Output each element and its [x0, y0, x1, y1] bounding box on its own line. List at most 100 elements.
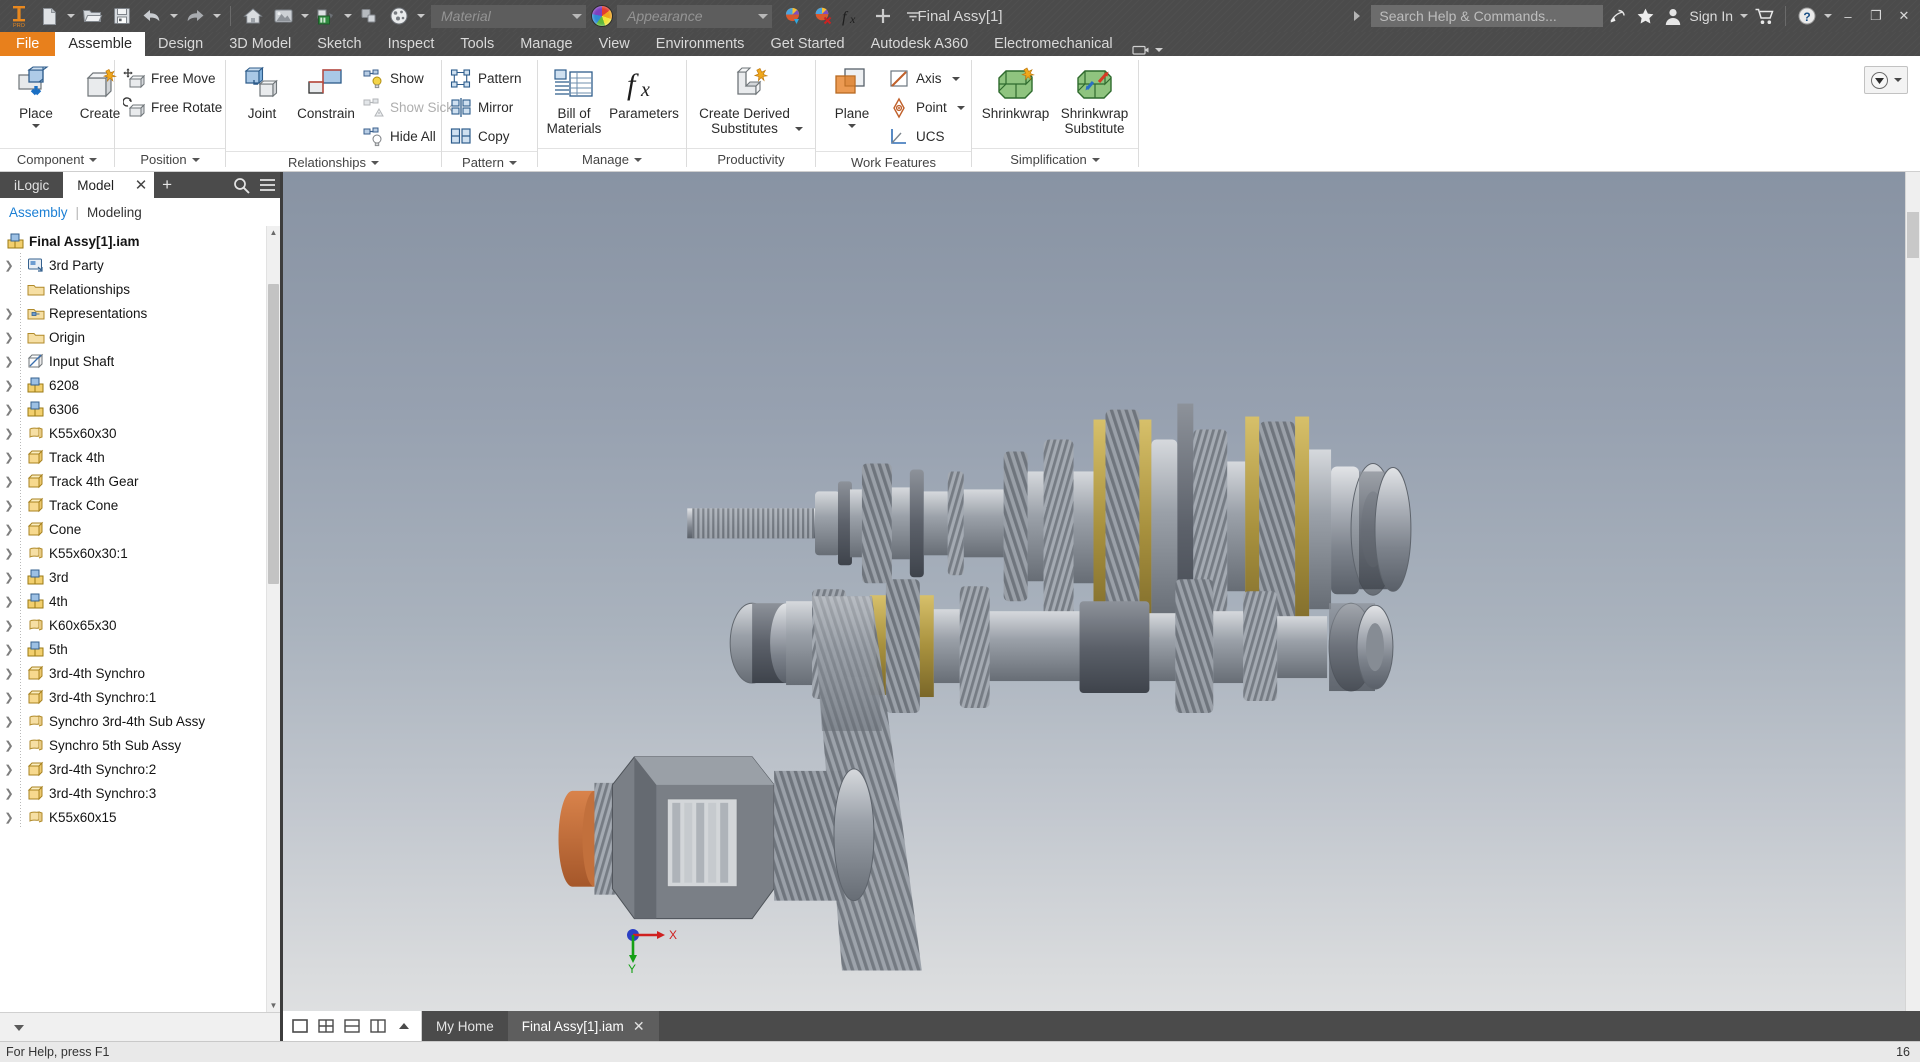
material-sphere-icon[interactable] [384, 1, 414, 31]
expand-chevron-right-icon[interactable]: ❯ [2, 667, 16, 680]
redo-dropdown-icon[interactable] [210, 1, 223, 31]
browser-tab-ilogic[interactable]: iLogic [0, 172, 63, 198]
document-tab-my-home[interactable]: My Home [422, 1011, 508, 1041]
tab-view[interactable]: View [586, 32, 643, 56]
expand-chevron-right-icon[interactable]: ❯ [2, 307, 16, 320]
free-move-button[interactable]: Free Move [119, 64, 229, 93]
scroll-down-arrow-icon[interactable] [8, 1016, 30, 1038]
tree-item-3rd-4th-synchro-1[interactable]: ❯ 3rd-4th Synchro:1 [0, 685, 266, 709]
tree-item-input-shaft[interactable]: ❯ Input Shaft [0, 349, 266, 373]
scroll-up-icon[interactable]: ▲ [267, 226, 280, 239]
expand-chevron-right-icon[interactable]: ❯ [2, 451, 16, 464]
sign-in-chevron-down-icon[interactable] [1737, 1, 1750, 31]
close-button[interactable]: ✕ [1890, 0, 1918, 32]
browser-tab-close-icon[interactable]: ✕ [128, 172, 155, 198]
save-disk-icon[interactable] [107, 1, 137, 31]
share-icon[interactable] [1603, 0, 1631, 32]
customize-qat-chevron-down-icon[interactable] [898, 1, 928, 31]
mirror-button[interactable]: Mirror [446, 93, 529, 122]
tree-item-origin[interactable]: ❯ Origin [0, 325, 266, 349]
tree-item-3rd-party[interactable]: ❯ 3rd Party [0, 253, 266, 277]
expand-chevron-right-icon[interactable]: ❯ [2, 427, 16, 440]
search-expander-chevron-right-icon[interactable] [1343, 0, 1371, 32]
hamburger-menu-icon[interactable] [254, 172, 280, 198]
plane-dropdown-icon[interactable] [848, 124, 856, 128]
search-icon[interactable] [228, 172, 254, 198]
expand-chevron-right-icon[interactable]: ❯ [2, 571, 16, 584]
browser-subtab-modeling[interactable]: Modeling [87, 205, 142, 220]
tab-electromechanical[interactable]: Electromechanical [981, 32, 1125, 56]
star-icon[interactable] [1631, 0, 1659, 32]
expand-chevron-right-icon[interactable]: ❯ [2, 763, 16, 776]
appearance-color-wheel-icon[interactable] [591, 5, 613, 27]
tab-manage[interactable]: Manage [507, 32, 585, 56]
tree-item-5th[interactable]: ❯ 5th [0, 637, 266, 661]
tree-item-relationships[interactable]: Relationships [0, 277, 266, 301]
viewport-vertical-scrollbar[interactable] [1905, 172, 1920, 1041]
undo-dropdown-icon[interactable] [167, 1, 180, 31]
expand-chevron-right-icon[interactable]: ❯ [2, 475, 16, 488]
material-dropdown[interactable]: Material [431, 4, 586, 28]
browser-vertical-scrollbar[interactable]: ▲ ▼ [266, 226, 280, 1012]
expand-chevron-right-icon[interactable]: ❯ [2, 595, 16, 608]
tab-environments[interactable]: Environments [643, 32, 758, 56]
component-icon[interactable] [354, 1, 384, 31]
browser-subtab-assembly[interactable]: Assembly [9, 205, 68, 220]
plane-button[interactable]: Plane [820, 62, 884, 130]
shopping-cart-icon[interactable] [1750, 0, 1778, 32]
appearance-override-button[interactable] [1864, 66, 1908, 94]
fx-icon[interactable]: f x [838, 1, 868, 31]
bill-of-materials-button[interactable]: Bill of Materials [542, 62, 606, 138]
sign-in-label[interactable]: Sign In [1687, 8, 1737, 24]
tab-assemble[interactable]: Assemble [55, 32, 146, 56]
expand-chevron-right-icon[interactable]: ❯ [2, 523, 16, 536]
panel-manage-caret-icon[interactable] [633, 158, 642, 162]
tab-get-started[interactable]: Get Started [757, 32, 857, 56]
material-caret-icon[interactable] [568, 7, 585, 26]
tree-item-6306[interactable]: ❯ 6306 [0, 397, 266, 421]
tree-item-3rd-4th-synchro-3[interactable]: ❯ 3rd-4th Synchro:3 [0, 781, 266, 805]
grid-view-icon[interactable] [313, 1012, 339, 1040]
browser-tab-model[interactable]: Model [63, 172, 129, 198]
expand-chevron-right-icon[interactable]: ❯ [2, 715, 16, 728]
panel-pattern-caret-icon[interactable] [508, 161, 517, 165]
inventor-pro-logo[interactable]: PRO [4, 1, 34, 31]
tab-3d-model[interactable]: 3D Model [216, 32, 304, 56]
expand-chevron-right-icon[interactable]: ❯ [2, 355, 16, 368]
tree-item-synchro-5th-sub-assy[interactable]: ❯ Synchro 5th Sub Assy [0, 733, 266, 757]
tree-item-track-4th[interactable]: ❯ Track 4th [0, 445, 266, 469]
point-button[interactable]: Point [884, 93, 972, 122]
tab-autodesk-a360[interactable]: Autodesk A360 [858, 32, 982, 56]
pattern-button[interactable]: Pattern [446, 64, 529, 93]
ribbon-display-options-icon[interactable] [1126, 44, 1169, 56]
expand-chevron-right-icon[interactable]: ❯ [2, 259, 16, 272]
panel-component-caret-icon[interactable] [89, 158, 98, 162]
expand-chevron-right-icon[interactable]: ❯ [2, 811, 16, 824]
axis-button[interactable]: Axis [884, 64, 972, 93]
point-dropdown-icon[interactable] [956, 105, 965, 110]
plus-icon[interactable] [868, 1, 898, 31]
appearance-clear-icon[interactable] [808, 1, 838, 31]
expand-chevron-right-icon[interactable]: ❯ [2, 331, 16, 344]
expand-chevron-right-icon[interactable]: ❯ [2, 643, 16, 656]
create-derived-dropdown-icon[interactable] [794, 127, 803, 131]
display-style-dropdown-icon[interactable] [298, 1, 311, 31]
appearance-override-caret-icon[interactable] [1894, 78, 1902, 82]
tree-item-track-cone[interactable]: ❯ Track Cone [0, 493, 266, 517]
document-tab-close-icon[interactable]: ✕ [633, 1018, 645, 1035]
restore-button[interactable]: ❐ [1862, 0, 1890, 32]
constrain-button[interactable]: Constrain [294, 62, 358, 123]
tab-tools[interactable]: Tools [447, 32, 507, 56]
tree-item-k55x60x30-1[interactable]: ❯ K55x60x30:1 [0, 541, 266, 565]
expand-chevron-right-icon[interactable]: ❯ [2, 691, 16, 704]
view-triad[interactable]: X Y [621, 913, 681, 973]
expand-chevron-right-icon[interactable]: ❯ [2, 379, 16, 392]
parameters-button[interactable]: f x Parameters [606, 62, 682, 123]
tab-file[interactable]: File [0, 32, 56, 56]
joint-button[interactable]: Joint [230, 62, 294, 123]
tree-item-track-4th-gear[interactable]: ❯ Track 4th Gear [0, 469, 266, 493]
minimize-button[interactable]: – [1834, 0, 1862, 32]
tree-item-3rd[interactable]: ❯ 3rd [0, 565, 266, 589]
tree-item-4th[interactable]: ❯ 4th [0, 589, 266, 613]
copy-button[interactable]: Copy [446, 122, 529, 151]
